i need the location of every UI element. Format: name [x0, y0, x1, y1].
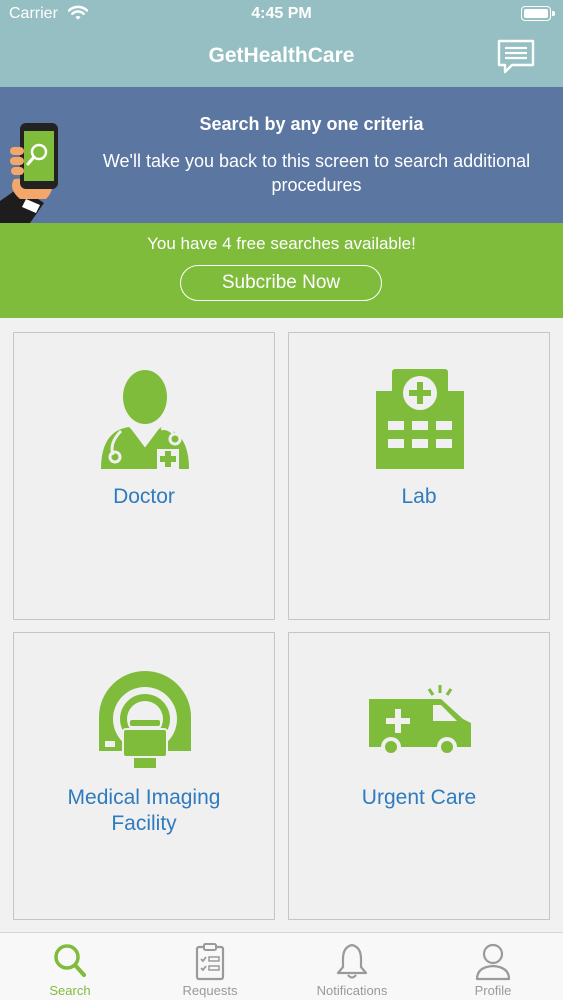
mri-scanner-icon	[99, 671, 191, 770]
status-bar: Carrier 4:45 PM	[0, 0, 563, 28]
subscribe-button[interactable]: Subcribe Now	[180, 265, 382, 301]
doctor-icon	[101, 370, 189, 469]
banner-heading: Search by any one criteria	[199, 114, 424, 134]
clipboard-icon	[195, 943, 225, 981]
category-label: Doctor	[113, 485, 175, 508]
page-title: GetHealthCare	[208, 44, 355, 67]
category-label: Urgent Care	[361, 786, 477, 809]
category-label: Lab	[401, 485, 437, 508]
tab-profile[interactable]: Profile	[423, 933, 563, 1000]
tab-label: Requests	[182, 983, 238, 998]
hospital-icon	[376, 369, 464, 469]
free-searches-message: You have 4 free searches available!	[147, 234, 416, 253]
tab-search[interactable]: Search	[0, 933, 140, 1000]
search-icon	[54, 944, 86, 977]
user-icon	[475, 943, 511, 981]
category-tile-lab[interactable]: Lab	[288, 332, 550, 620]
tab-label: Profile	[474, 983, 512, 998]
category-tile-urgent-care[interactable]: Urgent Care	[288, 632, 550, 920]
category-tile-medical-imaging[interactable]: Medical Imaging Facility	[13, 632, 275, 920]
info-banner: Search by any one criteria We'll take yo…	[0, 87, 563, 223]
tab-notifications[interactable]: Notifications	[282, 933, 422, 1000]
banner-description: We'll take you back to this screen to se…	[102, 151, 531, 195]
battery-icon	[521, 6, 555, 21]
tab-bar: Search Requests Notifications Profile	[0, 932, 563, 1000]
bell-icon	[336, 943, 368, 979]
clock: 4:45 PM	[251, 5, 312, 22]
promo-banner: You have 4 free searches available! Subc…	[0, 223, 563, 318]
chat-bubble-icon[interactable]	[496, 38, 536, 76]
tab-requests[interactable]: Requests	[140, 933, 280, 1000]
nav-bar: Carrier 4:45 PM GetHealthCare	[0, 0, 563, 87]
tab-label: Search	[49, 983, 91, 998]
tab-label: Notifications	[316, 983, 388, 998]
category-label: Medical Imaging Facility	[67, 786, 221, 835]
ambulance-icon	[369, 685, 471, 757]
category-tile-doctor[interactable]: Doctor	[13, 332, 275, 620]
